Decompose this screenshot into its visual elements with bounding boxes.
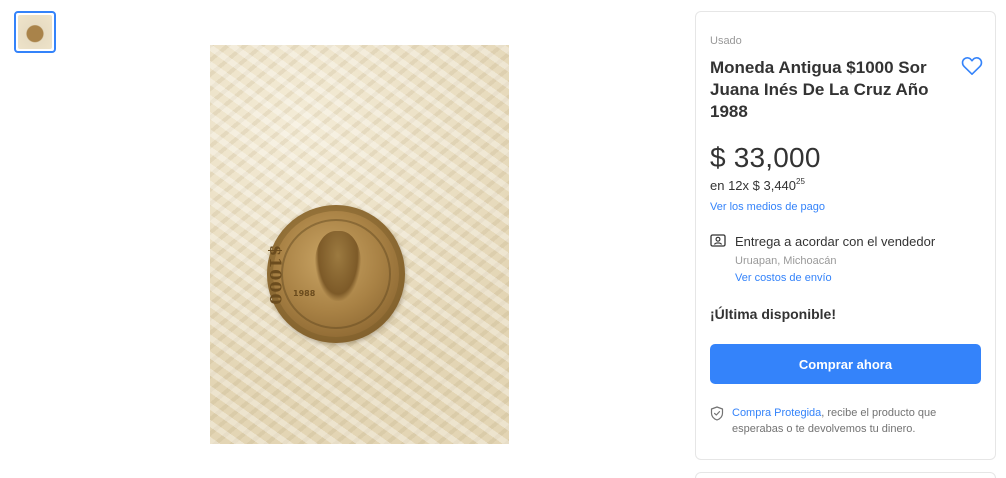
shipping-title: Entrega a acordar con el vendedor [735, 234, 936, 249]
stock-status: ¡Última disponible! [710, 306, 836, 322]
product-condition: Usado [710, 35, 742, 47]
purchase-protection-link[interactable]: Compra Protegida [732, 407, 821, 419]
product-main-image[interactable]: $1000 1988 [210, 45, 509, 444]
installments-info: en 12x $ 3,44025 [710, 177, 805, 193]
installments-cents: 25 [796, 177, 805, 186]
coin-portrait [315, 231, 361, 301]
shield-check-icon [710, 406, 724, 421]
installments-amount: en 12x $ 3,440 [710, 178, 797, 193]
product-price: $ 33,000 [710, 142, 821, 173]
person-card-icon [710, 234, 726, 248]
product-title: Moneda Antigua $1000 Sor Juana Inés De L… [710, 58, 929, 121]
next-panel-edge [695, 472, 996, 478]
shipping-location: Uruapan, Michoacán [735, 255, 837, 267]
buy-box: Usado Moneda Antigua $1000 Sor Juana Iné… [695, 11, 996, 460]
coin-year-text: 1988 [293, 289, 316, 298]
coin-value-text: $1000 [266, 245, 285, 306]
thumbnail-image [18, 15, 52, 49]
heart-outline-icon[interactable] [961, 56, 983, 76]
payment-methods-link[interactable]: Ver los medios de pago [710, 201, 825, 213]
coin-image: $1000 1988 [266, 205, 405, 343]
buy-now-button[interactable]: Comprar ahora [710, 344, 981, 384]
gallery-thumbnail[interactable] [14, 11, 56, 53]
purchase-protection-text: Compra Protegida, recibe el producto que… [732, 405, 972, 437]
shipping-costs-link[interactable]: Ver costos de envío [735, 272, 832, 284]
